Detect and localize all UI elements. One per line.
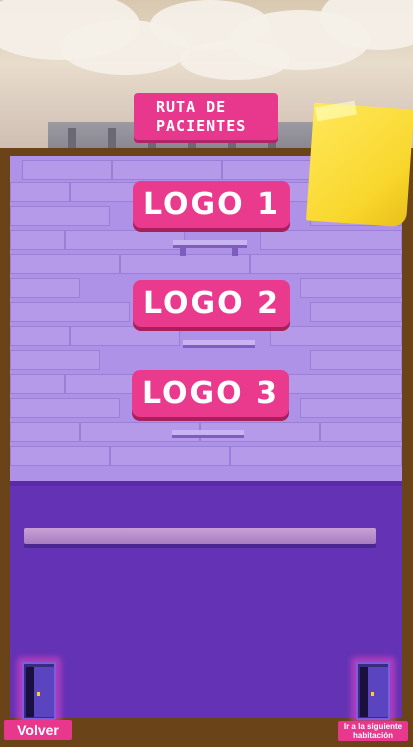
logo-1-button[interactable]: LOGO 1 [133,181,290,228]
title-text: RUTA DE PACIENTES [156,97,247,135]
back-button-label: Volver [17,722,59,738]
logo-3-label: LOGO 3 [142,376,279,411]
back-button[interactable]: Volver [4,720,72,740]
rug [24,528,376,544]
next-door-icon[interactable] [351,657,395,725]
room-floor [10,486,402,718]
shelf-bracket [232,248,238,256]
logo-2-label: LOGO 2 [143,286,280,321]
next-room-label: Ir a la siguiente habitación [343,722,403,740]
title-banner: RUTA DE PACIENTES [134,93,278,140]
wooden-frame [0,148,413,747]
shelf [173,240,247,248]
logo-1-label: LOGO 1 [143,187,280,222]
shelf [183,340,255,348]
cloud [180,40,290,80]
shelf [172,430,244,438]
next-room-button[interactable]: Ir a la siguiente habitación [338,721,408,741]
shelf-bracket [180,248,186,256]
logo-3-button[interactable]: LOGO 3 [132,370,289,417]
back-door-icon[interactable] [17,657,61,725]
logo-2-button[interactable]: LOGO 2 [133,280,290,327]
sticky-note[interactable] [306,102,413,228]
